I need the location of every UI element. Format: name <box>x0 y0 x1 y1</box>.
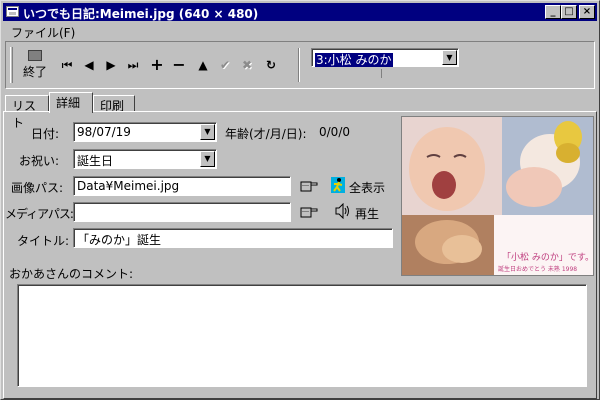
exit-icon <box>28 50 42 61</box>
running-man-icon[interactable] <box>331 177 345 193</box>
date-value: 98/07/19 <box>77 125 131 139</box>
diary-photo: 「小松 みのか」です。 誕生日おめでとう 未熟 1998 <box>401 116 594 276</box>
prev-record-button[interactable]: ◀ <box>78 55 100 75</box>
menu-bar: ファイル(F) <box>3 22 597 40</box>
date-label: 日付: <box>31 127 60 141</box>
celebration-label: お祝い: <box>19 154 60 168</box>
toolbar: 終了 ⏮ ◀ ▶ ⏭ + − ▲ ✔ ✖ ↻ 3:小松 みのか ▼ <box>5 41 595 89</box>
up-arrow-icon: ▲ <box>198 58 208 72</box>
title-bar[interactable]: いつでも日記:Meimei.jpg (640 × 480) _ □ × <box>3 3 597 21</box>
first-icon: ⏮ <box>61 58 73 72</box>
next-record-button[interactable]: ▶ <box>100 55 122 75</box>
minimize-button[interactable]: _ <box>545 5 561 19</box>
last-icon: ⏭ <box>127 58 139 72</box>
date-field[interactable]: 98/07/19 ▼ <box>73 122 217 142</box>
close-icon: × <box>582 6 592 17</box>
chevron-down-icon[interactable]: ▼ <box>442 50 457 65</box>
window-title: いつでも日記:Meimei.jpg (640 × 480) <box>23 7 259 21</box>
tab-list[interactable]: リスト <box>5 95 49 130</box>
close-button[interactable]: × <box>579 5 595 19</box>
fullscreen-button[interactable]: 全表示 <box>349 179 385 196</box>
plus-icon: + <box>150 55 164 74</box>
slider-tick <box>381 69 382 78</box>
main-window: いつでも日記:Meimei.jpg (640 × 480) _ □ × ファイル… <box>0 0 600 400</box>
app-icon[interactable] <box>6 6 19 17</box>
post-edit-button[interactable]: ✔ <box>214 55 236 75</box>
pointing-hand-icon[interactable] <box>300 179 318 193</box>
title-value: 「みのか」誕生 <box>77 233 162 247</box>
play-button[interactable]: 再生 <box>355 205 379 222</box>
menu-file[interactable]: ファイル(F) <box>11 24 75 41</box>
title-input[interactable]: 「みのか」誕生 <box>73 228 393 248</box>
tab-detail[interactable]: 詳細 <box>49 92 93 113</box>
image-path-value: Data¥Meimei.jpg <box>77 179 180 193</box>
delete-record-button[interactable]: − <box>168 55 190 75</box>
exit-label: 終了 <box>22 65 47 79</box>
toolbar-separator <box>298 48 300 82</box>
age-value: 0/0/0 <box>319 125 350 139</box>
celebration-select[interactable]: 誕生日 ▼ <box>73 149 217 169</box>
check-icon: ✔ <box>219 58 231 72</box>
person-selector[interactable]: 3:小松 みのか ▼ <box>311 48 459 67</box>
tab-print[interactable]: 印刷 <box>93 95 135 113</box>
comment-textarea[interactable] <box>17 284 587 387</box>
add-record-button[interactable]: + <box>146 55 168 75</box>
maximize-button[interactable]: □ <box>561 5 577 19</box>
cancel-edit-button[interactable]: ✖ <box>236 55 258 75</box>
photo-caption: 「小松 みのか」です。 <box>502 253 594 263</box>
chevron-down-icon[interactable]: ▼ <box>200 124 215 140</box>
maximize-icon: □ <box>564 6 574 17</box>
media-path-input[interactable] <box>73 202 291 222</box>
image-path-label: 画像パス: <box>11 181 64 195</box>
person-selector-value: 3:小松 みのか <box>315 53 393 67</box>
minimize-icon: _ <box>550 6 556 17</box>
pointing-hand-icon[interactable] <box>300 205 318 219</box>
age-label: 年齢(才/月/日): <box>225 127 307 141</box>
edit-record-button[interactable]: ▲ <box>192 55 214 75</box>
refresh-icon: ↻ <box>265 58 277 72</box>
media-path-label: メディアパス: <box>5 207 74 221</box>
minus-icon: − <box>172 55 186 74</box>
chevron-down-icon[interactable]: ▼ <box>200 151 215 167</box>
next-icon: ▶ <box>106 58 116 72</box>
tab-strip: リスト 詳細 印刷 <box>3 92 597 130</box>
photo-caption-sub: 誕生日おめでとう 未熟 1998 <box>498 266 578 273</box>
speaker-icon[interactable] <box>335 203 351 219</box>
last-record-button[interactable]: ⏭ <box>122 55 144 75</box>
cancel-icon: ✖ <box>241 58 253 72</box>
toolbar-grip[interactable] <box>10 47 13 83</box>
celebration-value: 誕生日 <box>77 154 114 168</box>
prev-icon: ◀ <box>84 58 94 72</box>
exit-button[interactable]: 終了 <box>18 46 52 84</box>
image-path-input[interactable]: Data¥Meimei.jpg <box>73 176 291 196</box>
title-label: タイトル: <box>17 234 70 248</box>
first-record-button[interactable]: ⏮ <box>56 55 78 75</box>
refresh-button[interactable]: ↻ <box>260 55 282 75</box>
comment-label: おかあさんのコメント: <box>9 267 134 281</box>
